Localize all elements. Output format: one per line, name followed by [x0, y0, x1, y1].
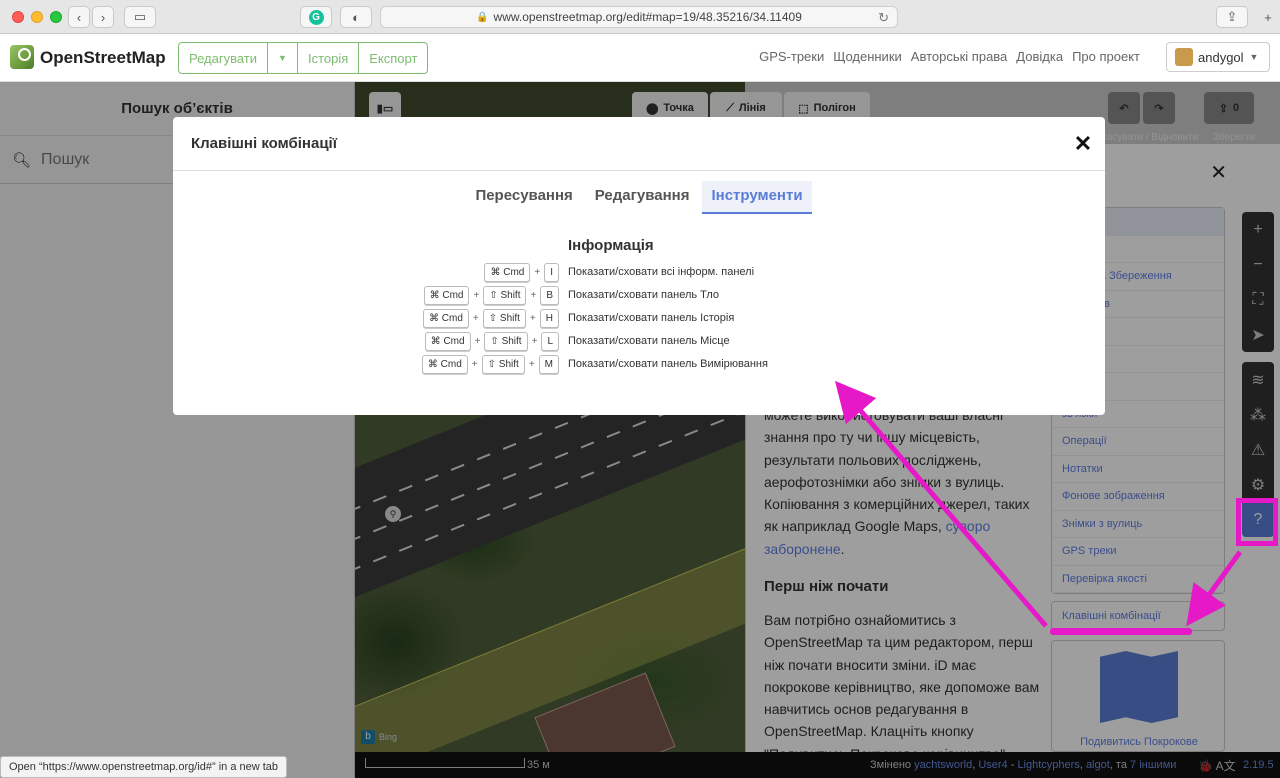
- nav-copyright[interactable]: Авторські права: [911, 49, 1008, 64]
- shortcut-row: ⌘ Cmd + ⇧ Shift + M Показати/сховати панель В…: [173, 355, 1105, 375]
- share-icon[interactable]: ⇪: [1216, 6, 1248, 28]
- tab-editing[interactable]: Редагування: [586, 181, 699, 214]
- keycap: ⌘ Cmd: [423, 286, 470, 305]
- export-button[interactable]: Експорт: [359, 43, 427, 73]
- url-text: www.openstreetmap.org/edit#map=19/48.352…: [493, 10, 802, 24]
- zoom-window-button[interactable]: [50, 11, 62, 23]
- osm-brand[interactable]: OpenStreetMap: [40, 48, 166, 68]
- grammarly-extension-icon[interactable]: G: [300, 6, 332, 28]
- history-button[interactable]: Історія: [298, 43, 360, 73]
- plus-separator: +: [472, 313, 479, 324]
- shortcut-keys: ⌘ Cmd + I: [484, 263, 559, 282]
- modal-title: Клавішні комбінації: [173, 117, 1105, 171]
- status-link-text: Open “https://www.openstreetmap.org/id#”…: [0, 756, 288, 778]
- keycap: ⌘ Cmd: [423, 309, 469, 328]
- plus-separator: +: [534, 267, 541, 278]
- edit-button[interactable]: Редагувати: [179, 43, 269, 73]
- shortcut-keys: ⌘ Cmd + ⇧ Shift + L: [424, 332, 559, 351]
- shortcut-row: ⌘ Cmd + ⇧ Shift + B Показати/сховати панель Т…: [173, 286, 1105, 306]
- keycap: M: [538, 355, 559, 374]
- keycap: ⇧ Shift: [483, 286, 527, 305]
- plus-separator: +: [529, 313, 536, 324]
- back-icon[interactable]: ‹: [68, 6, 90, 28]
- forward-icon[interactable]: ›: [92, 6, 114, 28]
- keycap: ⇧ Shift: [482, 309, 526, 328]
- nav-about[interactable]: Про проект: [1072, 49, 1140, 64]
- edit-dropdown-chevron-down-icon[interactable]: ▼: [268, 43, 298, 73]
- plus-separator: +: [473, 290, 480, 301]
- shortcut-description: Показати/сховати панель Історія: [568, 312, 735, 324]
- nav-help[interactable]: Довідка: [1016, 49, 1063, 64]
- username: andygol: [1198, 49, 1244, 65]
- plus-separator: +: [471, 359, 478, 370]
- keycap: ⌘ Cmd: [421, 355, 468, 374]
- privacy-shield-icon[interactable]: ◐: [340, 6, 372, 28]
- minimize-window-button[interactable]: [31, 11, 43, 23]
- annotation-highlight-box: [1236, 498, 1278, 546]
- shortcut-description: Показати/сховати всі інформ. панелі: [568, 266, 755, 278]
- shortcut-row: ⌘ Cmd + I Показати/сховати всі інформ. пане…: [173, 263, 1105, 283]
- shortcut-description: Показати/сховати панель Тло: [568, 289, 720, 301]
- shortcut-row: ⌘ Cmd + ⇧ Shift + H Показати/сховати панель І…: [173, 309, 1105, 329]
- reload-icon[interactable]: ↻: [878, 10, 889, 26]
- keycap: ⇧ Shift: [484, 332, 528, 351]
- osm-nav: GPS-треки Щоденники Авторські права Дові…: [759, 49, 1140, 64]
- avatar: [1175, 48, 1193, 66]
- address-bar[interactable]: 🔒 www.openstreetmap.org/edit#map=19/48.3…: [380, 6, 898, 28]
- plus-separator: +: [474, 336, 481, 347]
- shortcut-keys: ⌘ Cmd + ⇧ Shift + B: [423, 286, 559, 305]
- keycap: I: [544, 263, 559, 282]
- keycap: ⌘ Cmd: [424, 332, 471, 351]
- osm-header: OpenStreetMap Редагувати ▼ Історія Експо…: [0, 34, 1280, 82]
- edit-button-group: Редагувати ▼ Історія Експорт: [178, 42, 429, 74]
- sidebar-toggle-icon[interactable]: ▭: [124, 6, 156, 28]
- plus-separator: +: [530, 290, 537, 301]
- nav-gps-traces[interactable]: GPS-треки: [759, 49, 824, 64]
- keycap: B: [540, 286, 559, 305]
- shortcut-row: ⌘ Cmd + ⇧ Shift + L Показати/сховати панель М…: [173, 332, 1105, 352]
- shortcuts-modal: Клавішні комбінації ✕ Пересування Редагу…: [173, 117, 1105, 415]
- close-icon[interactable]: ✕: [1071, 131, 1095, 157]
- annotation-underline: [1050, 628, 1192, 635]
- browser-toolbar: ‹ › ▭ G ◐ 🔒 www.openstreetmap.org/edit#m…: [0, 0, 1280, 34]
- chevron-down-icon: ▼: [1249, 52, 1259, 62]
- new-tab-icon[interactable]: +: [1258, 6, 1278, 28]
- tab-navigation[interactable]: Пересування: [466, 181, 581, 214]
- keycap: ⇧ Shift: [481, 355, 525, 374]
- keycap: H: [539, 309, 559, 328]
- user-menu-button[interactable]: andygol ▼: [1166, 42, 1270, 72]
- shortcut-keys: ⌘ Cmd + ⇧ Shift + M: [421, 355, 559, 374]
- shortcut-description: Показати/сховати панель Вимірювання: [568, 358, 768, 370]
- shortcut-keys: ⌘ Cmd + ⇧ Shift + H: [423, 309, 559, 328]
- plus-separator: +: [531, 336, 538, 347]
- shortcut-description: Показати/сховати панель Місце: [568, 335, 730, 347]
- nav-diaries[interactable]: Щоденники: [833, 49, 902, 64]
- close-window-button[interactable]: [12, 11, 24, 23]
- osm-logo-icon[interactable]: [10, 45, 34, 69]
- section-title: Інформація: [568, 237, 654, 254]
- lock-icon: 🔒: [476, 11, 489, 23]
- plus-separator: +: [528, 359, 535, 370]
- keycap: L: [541, 332, 559, 351]
- modal-tabs: Пересування Редагування Інструменти: [173, 181, 1105, 214]
- keycap: ⌘ Cmd: [484, 263, 531, 282]
- tab-tools[interactable]: Інструменти: [702, 181, 812, 214]
